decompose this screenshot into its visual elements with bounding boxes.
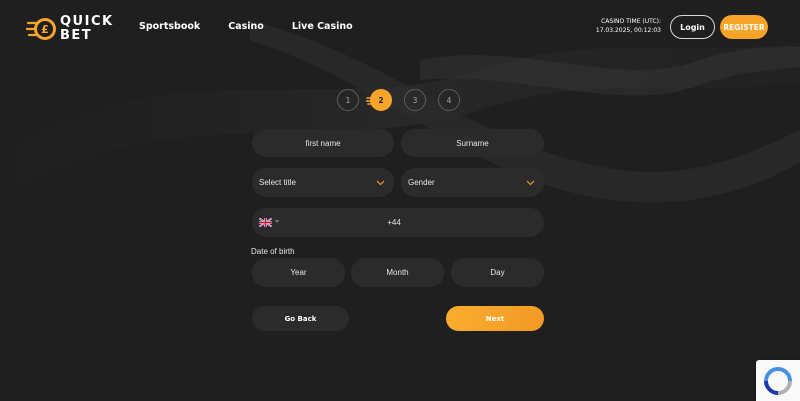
casino-time: CASINO TIME (UTC): 17.03.2025, 00:12:03 (596, 18, 661, 35)
country-caret-icon[interactable] (275, 220, 279, 223)
nav-casino[interactable]: Casino (228, 21, 264, 32)
step-1[interactable]: 1 (337, 89, 359, 111)
logo-text: QUICK BET (60, 15, 114, 43)
title-select[interactable]: Select title (252, 168, 394, 197)
dob-year-select[interactable]: Year (252, 258, 345, 287)
first-name-field[interactable]: first name (252, 129, 394, 157)
chevron-down-icon (376, 180, 385, 186)
next-button[interactable]: Next (446, 306, 544, 331)
recaptcha-badge[interactable] (756, 360, 800, 401)
casino-time-value: 17.03.2025, 00:12:03 (595, 26, 661, 34)
login-button[interactable]: Login (670, 15, 715, 39)
registration-steps: 1 2 3 4 (337, 89, 461, 111)
nav-live-casino[interactable]: Live Casino (292, 21, 353, 32)
main-nav: Sportsbook Casino Live Casino (139, 21, 353, 32)
step-2[interactable]: 2 (370, 89, 392, 111)
dob-month-select[interactable]: Month (351, 258, 444, 287)
step-4[interactable]: 4 (438, 89, 460, 111)
gender-select-value: Gender (408, 178, 435, 187)
casino-time-label: CASINO TIME (UTC): (601, 18, 661, 25)
register-button[interactable]: REGISTER (720, 15, 768, 39)
top-header: £ QUICK BET Sportsbook Casino Live Casin… (0, 0, 800, 56)
logo-text-line1: QUICK (60, 14, 114, 29)
chevron-down-icon (526, 180, 535, 186)
gender-select[interactable]: Gender (401, 168, 544, 197)
phone-prefix: +44 (387, 218, 401, 227)
background-waves (0, 20, 800, 203)
recaptcha-icon (764, 367, 792, 395)
nav-sportsbook[interactable]: Sportsbook (139, 21, 200, 32)
title-select-value: Select title (259, 178, 296, 187)
dob-day-select[interactable]: Day (451, 258, 544, 287)
logo-text-line2: BET (60, 28, 93, 43)
uk-flag-icon[interactable] (259, 218, 272, 227)
phone-field[interactable]: +44 (252, 208, 544, 237)
surname-field[interactable]: Surname (401, 129, 544, 157)
quickbet-logo[interactable]: £ QUICK BET (26, 13, 116, 45)
go-back-button[interactable]: Go Back (252, 306, 349, 331)
pound-coin-icon: £ (26, 18, 56, 40)
dob-label: Date of birth (251, 247, 295, 256)
svg-text:£: £ (41, 23, 49, 36)
step-3[interactable]: 3 (404, 89, 426, 111)
